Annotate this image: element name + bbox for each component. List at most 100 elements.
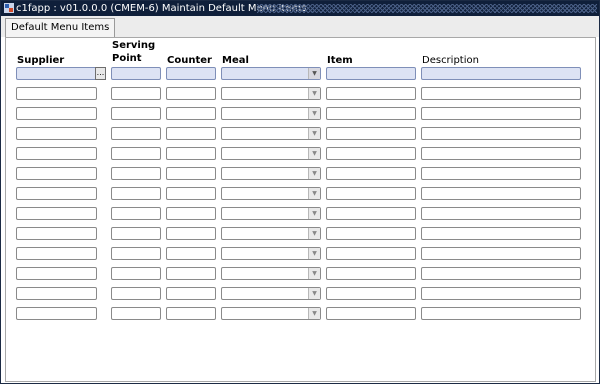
counter-field[interactable] — [166, 287, 216, 300]
header-description: Description — [422, 55, 479, 66]
description-field[interactable] — [421, 127, 581, 140]
serving-point-field[interactable] — [111, 167, 161, 180]
chevron-down-icon[interactable]: ▼ — [308, 268, 320, 279]
supplier-field[interactable] — [16, 167, 97, 180]
supplier-field[interactable] — [16, 87, 97, 100]
description-field[interactable] — [421, 67, 581, 80]
serving-point-field[interactable] — [111, 147, 161, 160]
supplier-field[interactable] — [16, 127, 97, 140]
app-icon — [4, 3, 14, 13]
item-field[interactable] — [326, 267, 416, 280]
meal-field[interactable]: ▼ — [221, 227, 321, 240]
supplier-field[interactable] — [16, 207, 97, 220]
item-field[interactable] — [326, 87, 416, 100]
serving-point-field[interactable] — [111, 267, 161, 280]
header-serving-point-line1: Serving — [112, 40, 156, 51]
meal-field[interactable]: ▼ — [221, 287, 321, 300]
item-field[interactable] — [326, 307, 416, 320]
chevron-down-icon[interactable]: ▼ — [308, 208, 320, 219]
item-field[interactable] — [326, 207, 416, 220]
tab-default-menu-items[interactable]: Default Menu Items — [5, 18, 116, 38]
supplier-field[interactable] — [16, 247, 97, 260]
description-field[interactable] — [421, 307, 581, 320]
supplier-field[interactable] — [16, 147, 97, 160]
counter-field[interactable] — [166, 247, 216, 260]
counter-field[interactable] — [166, 267, 216, 280]
counter-field[interactable] — [166, 147, 216, 160]
description-field[interactable] — [421, 207, 581, 220]
chevron-down-icon[interactable]: ▼ — [308, 308, 320, 319]
meal-field[interactable]: ▼ — [221, 67, 321, 80]
chevron-down-icon[interactable]: ▼ — [308, 248, 320, 259]
description-field[interactable] — [421, 287, 581, 300]
counter-field[interactable] — [166, 107, 216, 120]
supplier-lookup-button[interactable]: ... — [95, 67, 106, 80]
item-field[interactable] — [326, 287, 416, 300]
description-field[interactable] — [421, 247, 581, 260]
chevron-down-icon[interactable]: ▼ — [308, 68, 320, 79]
item-field[interactable] — [326, 67, 416, 80]
chevron-down-icon[interactable]: ▼ — [308, 148, 320, 159]
chevron-down-icon[interactable]: ▼ — [308, 288, 320, 299]
item-field[interactable] — [326, 187, 416, 200]
serving-point-field[interactable] — [111, 227, 161, 240]
meal-field[interactable]: ▼ — [221, 187, 321, 200]
serving-point-field[interactable] — [111, 107, 161, 120]
counter-field[interactable] — [166, 67, 216, 80]
counter-field[interactable] — [166, 87, 216, 100]
serving-point-field[interactable] — [111, 307, 161, 320]
meal-field[interactable]: ▼ — [221, 107, 321, 120]
item-field[interactable] — [326, 247, 416, 260]
counter-field[interactable] — [166, 307, 216, 320]
chevron-down-icon[interactable]: ▼ — [308, 188, 320, 199]
description-field[interactable] — [421, 147, 581, 160]
description-field[interactable] — [421, 167, 581, 180]
meal-field[interactable]: ▼ — [221, 87, 321, 100]
item-field[interactable] — [326, 167, 416, 180]
counter-field[interactable] — [166, 207, 216, 220]
app-window: c1fapp : v01.0.0.0 (CMEM-6) Maintain Def… — [0, 0, 600, 384]
serving-point-field[interactable] — [111, 127, 161, 140]
meal-field[interactable]: ▼ — [221, 167, 321, 180]
supplier-field[interactable] — [16, 107, 97, 120]
description-field[interactable] — [421, 107, 581, 120]
chevron-down-icon[interactable]: ▼ — [308, 88, 320, 99]
serving-point-field[interactable] — [111, 67, 161, 80]
meal-field[interactable]: ▼ — [221, 147, 321, 160]
header-meal: Meal — [222, 55, 249, 66]
supplier-field[interactable] — [16, 307, 97, 320]
serving-point-field[interactable] — [111, 87, 161, 100]
serving-point-field[interactable] — [111, 247, 161, 260]
counter-field[interactable] — [166, 167, 216, 180]
supplier-field[interactable] — [16, 267, 97, 280]
item-field[interactable] — [326, 147, 416, 160]
supplier-field[interactable] — [16, 187, 97, 200]
meal-field[interactable]: ▼ — [221, 247, 321, 260]
serving-point-field[interactable] — [111, 207, 161, 220]
serving-point-field[interactable] — [111, 187, 161, 200]
chevron-down-icon[interactable]: ▼ — [308, 228, 320, 239]
counter-field[interactable] — [166, 227, 216, 240]
meal-field[interactable]: ▼ — [221, 127, 321, 140]
item-field[interactable] — [326, 107, 416, 120]
default-menu-items-panel: Supplier Serving Point Counter Meal Item… — [5, 37, 596, 382]
meal-field[interactable]: ▼ — [221, 207, 321, 220]
supplier-field[interactable] — [16, 227, 97, 240]
meal-field[interactable]: ▼ — [221, 307, 321, 320]
header-supplier: Supplier — [17, 55, 65, 66]
supplier-field[interactable] — [16, 287, 97, 300]
chevron-down-icon[interactable]: ▼ — [308, 128, 320, 139]
chevron-down-icon[interactable]: ▼ — [308, 168, 320, 179]
meal-field[interactable]: ▼ — [221, 267, 321, 280]
supplier-field[interactable] — [16, 67, 97, 80]
counter-field[interactable] — [166, 187, 216, 200]
item-field[interactable] — [326, 127, 416, 140]
description-field[interactable] — [421, 267, 581, 280]
serving-point-field[interactable] — [111, 287, 161, 300]
item-field[interactable] — [326, 227, 416, 240]
chevron-down-icon[interactable]: ▼ — [308, 108, 320, 119]
description-field[interactable] — [421, 87, 581, 100]
description-field[interactable] — [421, 227, 581, 240]
description-field[interactable] — [421, 187, 581, 200]
counter-field[interactable] — [166, 127, 216, 140]
